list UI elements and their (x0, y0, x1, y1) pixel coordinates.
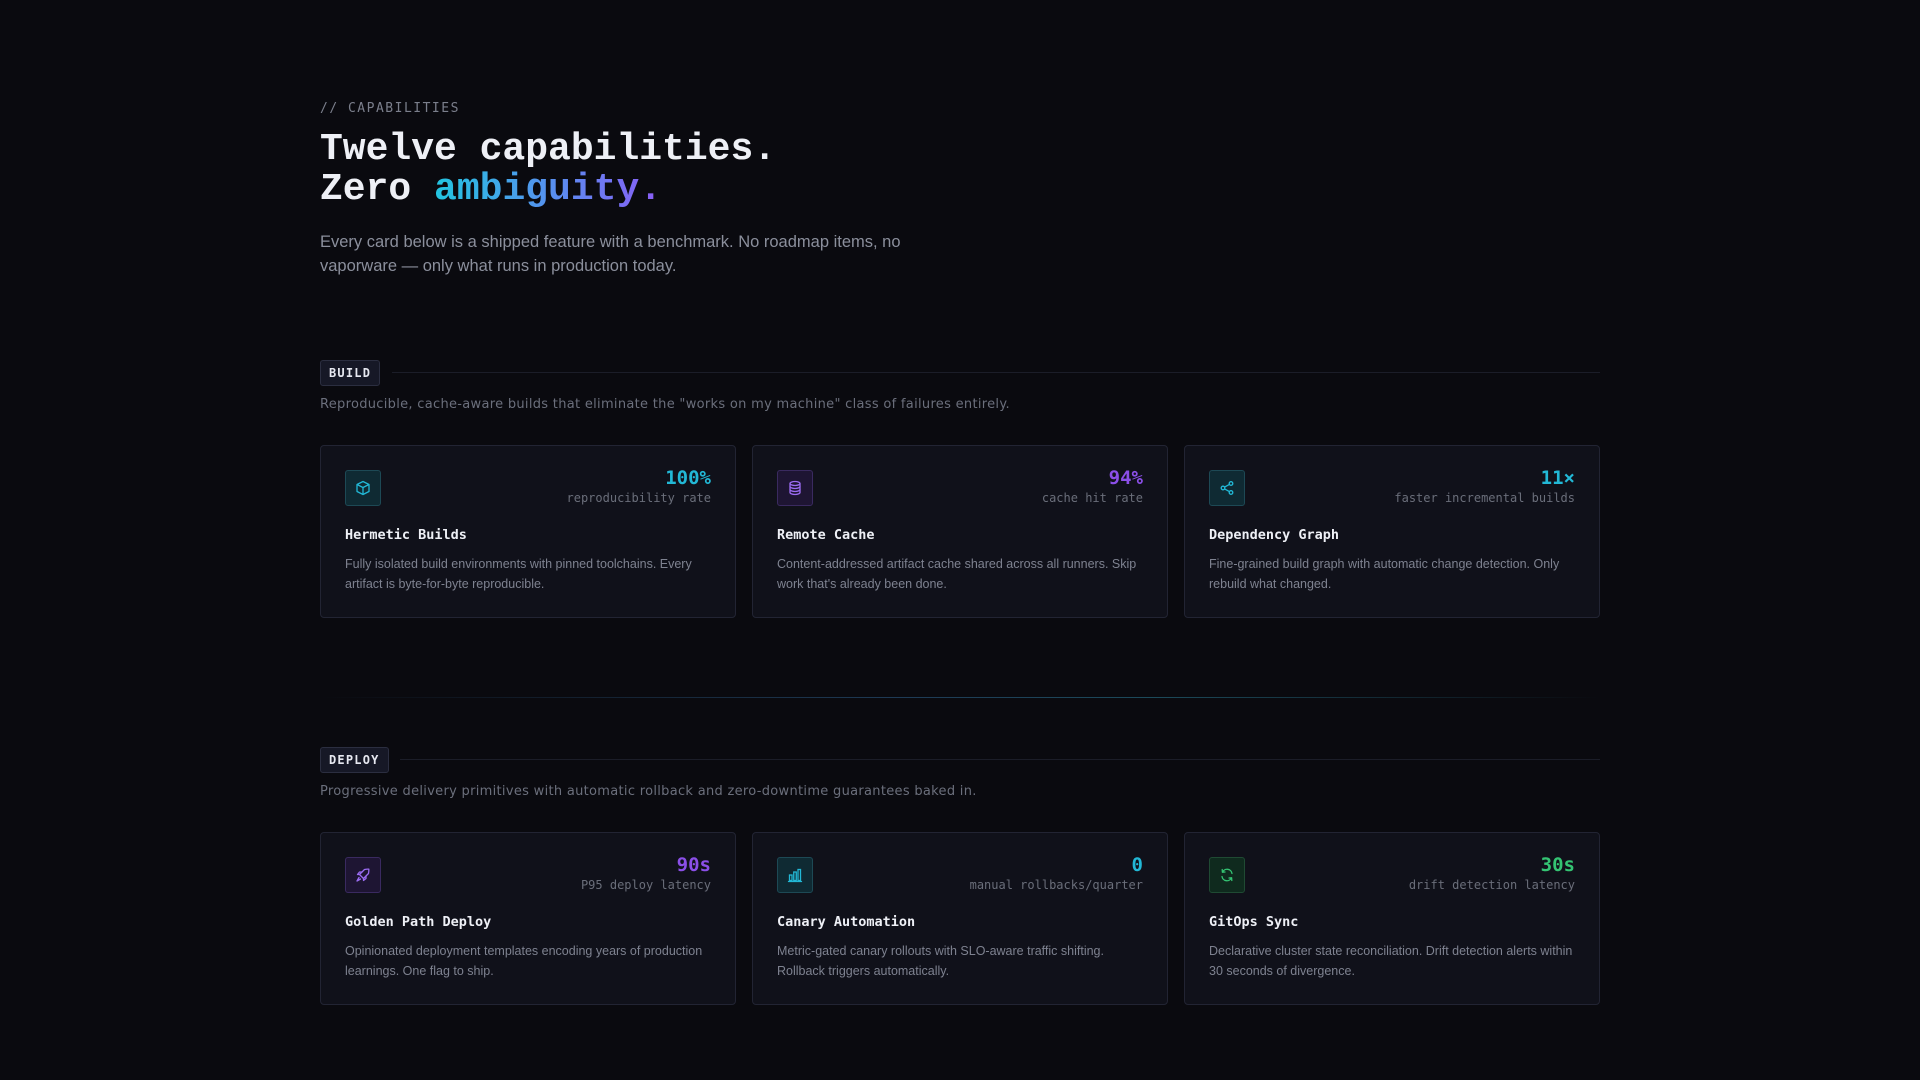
title-line-2-plain: Zero (320, 168, 435, 211)
metric-label: reproducibility rate (566, 491, 712, 505)
card-description: Content-addressed artifact cache shared … (777, 557, 1137, 591)
metric-value: 0 (1131, 854, 1143, 876)
card-title: Remote Cache (777, 527, 875, 543)
card-grid: 100% reproducibility rate Hermetic Build… (320, 445, 1600, 618)
card-description: Metric-gated canary rollouts with SLO-aw… (777, 944, 1104, 978)
title-line-1: Twelve capabilities. (320, 128, 777, 171)
group-tag-build: BUILD (320, 360, 381, 386)
card-title: Canary Automation (777, 914, 916, 930)
capability-card-hermetic-builds[interactable]: 100% reproducibility rate Hermetic Build… (320, 445, 736, 618)
deploy-group: DEPLOY Progressive delivery primitives w… (320, 747, 1600, 1005)
capability-card-remote-cache[interactable]: 94% cache hit rate Remote Cache Content-… (752, 445, 1168, 618)
page: // CAPABILITIES Twelve capabilities. Zer… (0, 0, 1920, 1080)
metric-value: 30s (1540, 854, 1575, 876)
lead-paragraph: Every card below is a shipped feature wi… (320, 233, 901, 275)
metric: 100% reproducibility rate (567, 467, 712, 505)
page-title: Twelve capabilities. Zero ambiguity. (320, 130, 776, 210)
group-header: BUILD (320, 360, 1600, 386)
metric-label: manual rollbacks/quarter (969, 878, 1143, 892)
bar-chart-icon (777, 857, 813, 893)
card-description: Fine-grained build graph with automatic … (1209, 557, 1560, 591)
card-title: GitOps Sync (1209, 914, 1299, 930)
section-eyebrow: // CAPABILITIES (320, 101, 460, 116)
metric-label: faster incremental builds (1394, 491, 1575, 505)
metric-value: 94% (1108, 467, 1143, 489)
metric-value: 100% (665, 467, 711, 489)
card-grid: 90s P95 deploy latency Golden Path Deplo… (320, 832, 1600, 1005)
build-group: BUILD Reproducible, cache-aware builds t… (320, 360, 1600, 618)
header-rule (392, 372, 1600, 373)
capability-card-dependency-graph[interactable]: 11× faster incremental builds Dependency… (1184, 445, 1600, 618)
sync-icon (1209, 857, 1245, 893)
group-description: Progressive delivery primitives with aut… (320, 784, 977, 799)
metric: 90s P95 deploy latency (581, 854, 711, 892)
section-divider (320, 697, 1600, 698)
card-title: Golden Path Deploy (345, 914, 492, 930)
metric: 11× faster incremental builds (1394, 467, 1575, 505)
group-tag-deploy: DEPLOY (320, 747, 389, 773)
metric: 0 manual rollbacks/quarter (970, 854, 1143, 892)
metric: 94% cache hit rate (1042, 467, 1143, 505)
metric-value: 90s (676, 854, 711, 876)
metric-label: P95 deploy latency (580, 878, 711, 892)
cube-icon (345, 470, 381, 506)
metric-label: drift detection latency (1408, 878, 1575, 892)
share-graph-icon (1209, 470, 1245, 506)
metric: 30s drift detection latency (1409, 854, 1575, 892)
card-description: Opinionated deployment templates encodin… (345, 944, 703, 978)
group-description: Reproducible, cache-aware builds that el… (320, 397, 1010, 412)
capability-card-canary-automation[interactable]: 0 manual rollbacks/quarter Canary Automa… (752, 832, 1168, 1005)
rocket-icon (345, 857, 381, 893)
card-title: Hermetic Builds (345, 527, 467, 543)
metric-value: 11× (1540, 467, 1575, 489)
capability-card-golden-path-deploy[interactable]: 90s P95 deploy latency Golden Path Deplo… (320, 832, 736, 1005)
card-description: Declarative cluster state reconciliation… (1209, 944, 1573, 978)
card-title: Dependency Graph (1209, 527, 1340, 543)
header-rule (400, 759, 1600, 760)
capability-card-gitops-sync[interactable]: 30s drift detection latency GitOps Sync … (1184, 832, 1600, 1005)
metric-label: cache hit rate (1041, 491, 1143, 505)
group-header: DEPLOY (320, 747, 1600, 773)
title-accent: ambiguity. (434, 168, 663, 211)
database-icon (777, 470, 813, 506)
card-description: Fully isolated build environments with p… (345, 557, 692, 591)
title-line-2: Zero ambiguity. (320, 170, 776, 210)
